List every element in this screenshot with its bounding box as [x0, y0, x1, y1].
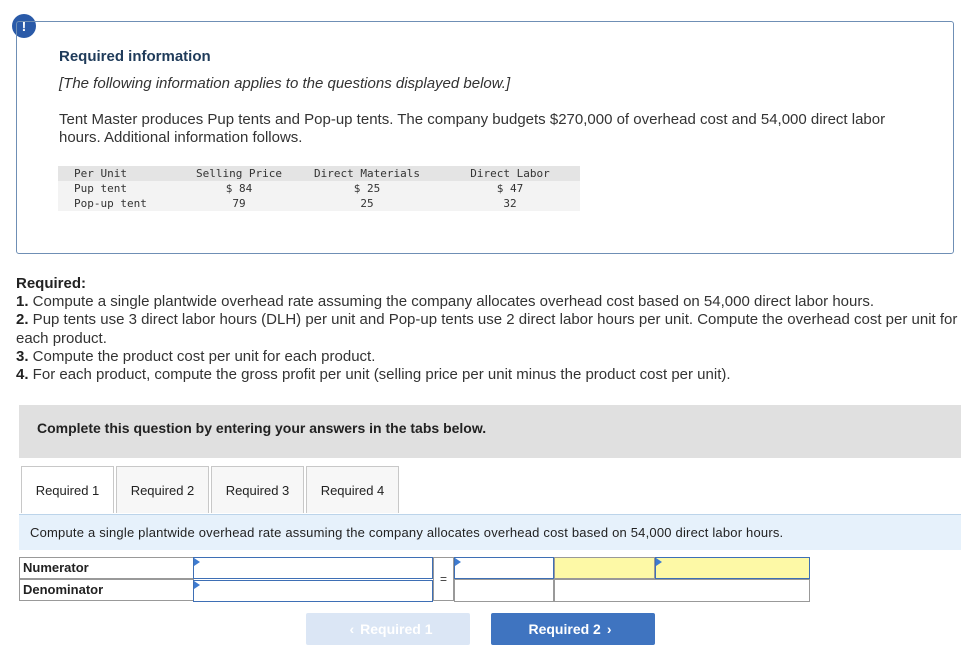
table-row: Pup tent $ 84 $ 25 $ 47: [58, 181, 580, 196]
input-marker-icon: [194, 558, 200, 566]
required-heading: Required:: [16, 275, 87, 292]
chevron-right-icon: ›: [606, 621, 612, 637]
prev-required-button[interactable]: ‹ Required 1: [306, 613, 470, 645]
table-cell: $ 84: [184, 181, 294, 196]
table-cell: $ 47: [440, 181, 580, 196]
cost-data-table: Per Unit Selling Price Direct Materials …: [58, 166, 580, 211]
table-cell: 25: [294, 196, 440, 211]
tab-required-4[interactable]: Required 4: [306, 466, 399, 513]
table-header-cell: Direct Labor: [440, 166, 580, 181]
input-marker-icon: [656, 558, 662, 566]
tab-required-1[interactable]: Required 1: [21, 466, 114, 513]
table-header-cell: Direct Materials: [294, 166, 440, 181]
tab-required-3[interactable]: Required 3: [211, 466, 304, 513]
input-marker-icon: [194, 581, 200, 589]
next-required-button[interactable]: Required 2 ›: [491, 613, 655, 645]
table-cell: Pop-up tent: [58, 196, 184, 211]
panel-instruction-text: Compute a single plantwide overhead rate…: [30, 525, 784, 540]
result-blank-cell: [454, 579, 554, 602]
equals-sign: =: [433, 557, 454, 601]
result-input[interactable]: [454, 557, 554, 579]
tab-panel-instruction: Compute a single plantwide overhead rate…: [19, 514, 961, 550]
table-header-cell: Per Unit: [58, 166, 184, 181]
required-instructions: Required: 1. Compute a single plantwide …: [16, 275, 966, 384]
rate-input[interactable]: [655, 557, 810, 579]
numerator-input[interactable]: [193, 557, 433, 579]
table-cell: Pup tent: [58, 181, 184, 196]
denominator-input[interactable]: [193, 580, 433, 602]
required-item-1: 1. Compute a single plantwide overhead r…: [16, 293, 875, 311]
complete-question-banner: Complete this question by entering your …: [19, 405, 961, 458]
complete-question-text: Complete this question by entering your …: [37, 420, 487, 436]
chevron-left-icon: ‹: [349, 621, 355, 637]
required-item-4: 4. For each product, compute the gross p…: [16, 366, 731, 384]
table-cell: 79: [184, 196, 294, 211]
table-cell: $ 25: [294, 181, 440, 196]
rate-label-cell: [554, 557, 655, 579]
table-cell: 32: [440, 196, 580, 211]
rate-blank-cell: [554, 579, 810, 602]
info-subtitle: [The following information applies to th…: [59, 75, 511, 92]
required-item-2: 2. Pup tents use 3 direct labor hours (D…: [16, 311, 958, 347]
tab-required-2[interactable]: Required 2: [116, 466, 209, 513]
info-paragraph: Tent Master produces Pup tents and Pop-u…: [59, 111, 886, 146]
numerator-label: Numerator: [19, 557, 194, 579]
table-header-row: Per Unit Selling Price Direct Materials …: [58, 166, 580, 181]
table-row: Pop-up tent 79 25 32: [58, 196, 580, 211]
denominator-label: Denominator: [19, 579, 194, 601]
required-item-3: 3. Compute the product cost per unit for…: [16, 347, 376, 365]
input-marker-icon: [455, 558, 461, 566]
info-title: Required information: [59, 48, 211, 65]
table-header-cell: Selling Price: [184, 166, 294, 181]
